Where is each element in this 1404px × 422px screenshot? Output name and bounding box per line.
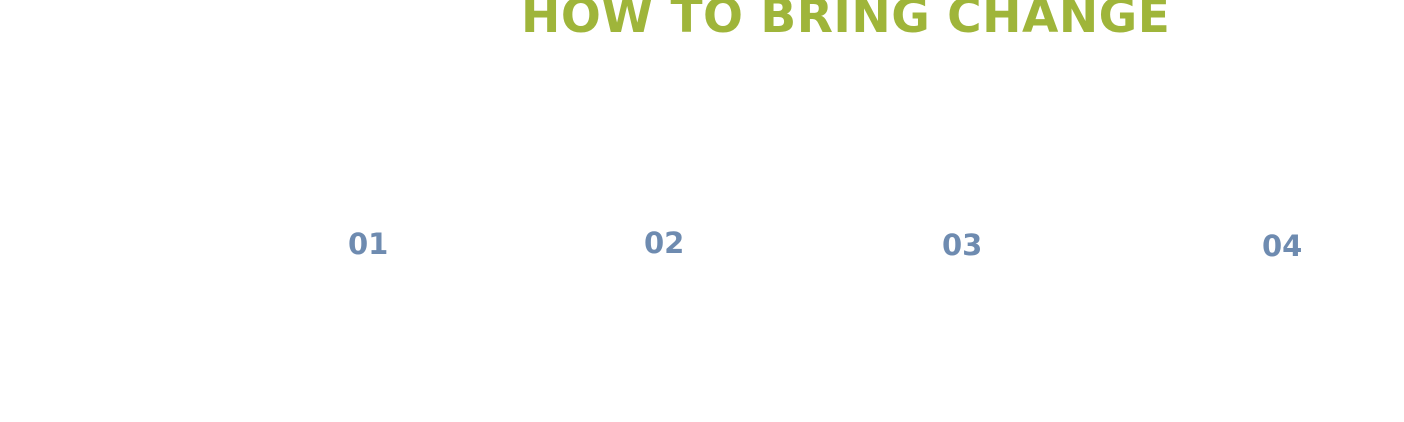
step-number-3: 03 [942,228,983,262]
step-number-4: 04 [1262,229,1303,263]
step-number-1: 01 [348,227,389,261]
step-number-2: 02 [644,226,685,260]
page-title: HOW TO BRING CHANGE [521,0,1171,44]
